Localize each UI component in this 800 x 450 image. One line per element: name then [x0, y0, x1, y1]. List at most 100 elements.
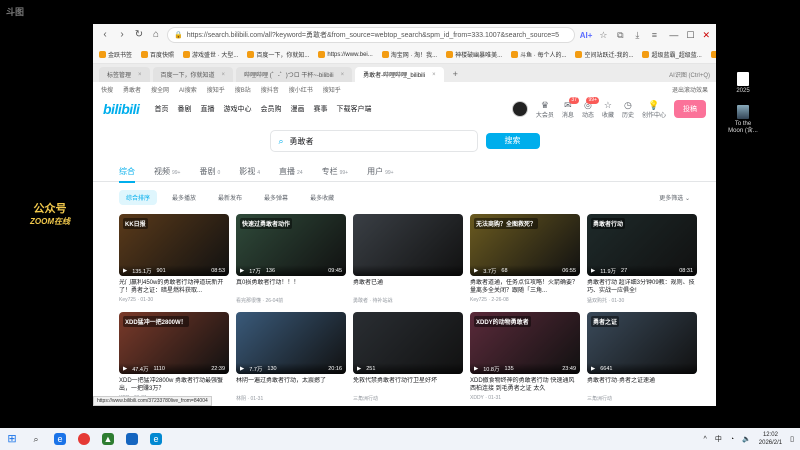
- url-bar[interactable]: 🔒 https://search.bilibili.com/all?keywor…: [167, 27, 575, 43]
- video-title[interactable]: 免救代禁勇敢者行动行卫星好坏: [353, 377, 463, 393]
- close-icon[interactable]: ✕: [702, 30, 710, 41]
- green-app-icon[interactable]: ▲: [102, 433, 114, 445]
- avatar[interactable]: [511, 101, 528, 117]
- quick-search-item[interactable]: AI搜索: [179, 85, 197, 94]
- video-title[interactable]: 勇敢者道通，任务点位攻略！火箭确要？量离多全关闭？跟随「三角...: [470, 279, 580, 295]
- more-filter-button[interactable]: 更多筛选 ⌄: [659, 193, 690, 202]
- video-card[interactable]: ▶ 7.7万 130 20:16 林阴一遍过勇敢者行动，太震撼了林阴 · 01-31: [236, 312, 346, 402]
- desktop-icon-to-the-moon[interactable]: To the Moon (含...: [727, 105, 759, 135]
- video-card[interactable]: XDDY的动物勇敢者 ▶ 10.8万 135 23:49 XDD撤食物终神的勇敢者行动 快…: [470, 312, 580, 402]
- search-button[interactable]: 搜索: [485, 133, 540, 149]
- video-thumbnail[interactable]: 快速过勇敢者动作 ▶ 17万 136 09:45: [236, 214, 346, 276]
- video-card[interactable]: 勇者之证 ▶ 6641 勇敢者行动·勇者之证速通三角洲行动: [587, 312, 697, 402]
- quick-search-item[interactable]: 搜知乎: [207, 85, 225, 94]
- result-type-tab[interactable]: 用户 99+: [367, 166, 393, 177]
- ime-indicator[interactable]: 中: [715, 434, 722, 444]
- header-link[interactable]: 首页: [154, 104, 168, 114]
- bookmark-item[interactable]: https://www.bei...: [318, 51, 373, 58]
- bookmark-item[interactable]: 亚博天下: [710, 50, 716, 59]
- sort-option[interactable]: 最多收藏: [303, 190, 341, 205]
- bookmark-item[interactable]: 金跃书签: [99, 50, 132, 59]
- tab-close-icon[interactable]: ×: [341, 72, 345, 78]
- star-icon[interactable]: ☆: [597, 29, 609, 41]
- browser-tab[interactable]: 标签管理 ×: [99, 67, 150, 82]
- bookmark-item[interactable]: 神楼破幽暴唯美...: [446, 50, 502, 59]
- quick-search-item[interactable]: 勇敢者: [123, 85, 141, 94]
- maximize-icon[interactable]: ☐: [686, 30, 694, 41]
- header-link[interactable]: 游戏中心: [223, 104, 251, 114]
- video-meta[interactable]: 三角洲行动: [353, 395, 463, 402]
- minimize-icon[interactable]: —: [669, 30, 678, 41]
- header-icon-item[interactable]: ◎ 动态 99+: [582, 96, 599, 119]
- upload-button[interactable]: 投稿: [674, 100, 706, 118]
- blue-app-icon[interactable]: [126, 433, 138, 445]
- video-meta[interactable]: 林阴 · 01-31: [236, 395, 346, 402]
- result-type-tab[interactable]: 影视 4: [239, 166, 260, 177]
- video-card[interactable]: 无法商购？全图救死？ ▶ 3.7万 68 06:55 勇敢者道通，任务点位攻略！火箭确要？…: [470, 214, 580, 304]
- video-thumbnail[interactable]: 勇者之证 ▶ 6641: [587, 312, 697, 374]
- video-meta[interactable]: Key725 · 2-26-08: [470, 297, 580, 303]
- bookmark-item[interactable]: 淘宝网 · 淘！我...: [381, 50, 437, 59]
- video-title[interactable]: 勇敢者行动·勇者之证速通: [587, 377, 697, 393]
- video-card[interactable]: XDD猛冲一把2800W！ ▶ 47.4万 1110 22:39 XDD一把猛冲2800w…: [119, 312, 229, 402]
- header-icon-item[interactable]: ♛ 大会员: [536, 100, 554, 119]
- exit-scroll-effect[interactable]: 退出滚动效果: [672, 85, 708, 94]
- header-link[interactable]: 漫画: [290, 104, 304, 114]
- quick-search-item[interactable]: 搜B站: [235, 85, 251, 94]
- quick-search-item[interactable]: 快搜: [101, 85, 113, 94]
- result-type-tab[interactable]: 番剧 0: [199, 166, 220, 177]
- menu-icon[interactable]: ≡: [648, 29, 660, 41]
- quick-search-item[interactable]: 搜知乎: [323, 85, 341, 94]
- quick-search-item[interactable]: 搜抖音: [261, 85, 279, 94]
- edge-icon[interactable]: e: [150, 433, 162, 445]
- tray-arrow-icon[interactable]: ^: [704, 436, 707, 443]
- video-title[interactable]: 林阴一遍过勇敢者行动，太震撼了: [236, 377, 346, 393]
- header-icon-item[interactable]: ✉ 消息 37: [562, 96, 579, 119]
- video-title[interactable]: XDD一把猛冲2800w 勇敢者行动最强蟹出，一把赚3万？: [119, 377, 229, 393]
- header-icon-item[interactable]: ☆ 收藏: [602, 100, 614, 119]
- bilibili-logo[interactable]: bilibili: [103, 101, 140, 117]
- video-meta[interactable]: Key725 · 01-30: [119, 297, 229, 303]
- video-card[interactable]: 快速过勇敢者动作 ▶ 17万 136 09:45 真0损勇敢者行动！！！ 看完那很懂 · 2…: [236, 214, 346, 304]
- bookmark-item[interactable]: 游戏盛世 · 大型...: [183, 50, 238, 59]
- header-link[interactable]: 会员购: [260, 104, 281, 114]
- video-meta[interactable]: 三角洲行动: [587, 395, 697, 402]
- download-icon[interactable]: ⤓: [631, 29, 643, 41]
- windows-logo-icon[interactable]: ⊞: [6, 433, 18, 445]
- sort-option[interactable]: 最多弹幕: [257, 190, 295, 205]
- bookmark-item[interactable]: 斗鱼 · 每个人的...: [511, 50, 566, 59]
- ai-button[interactable]: AI+: [580, 31, 593, 40]
- video-thumbnail[interactable]: XDD猛冲一把2800W！ ▶ 47.4万 1110 22:39: [119, 312, 229, 374]
- browser-icon[interactable]: e: [54, 433, 66, 445]
- forward-icon[interactable]: ›: [116, 29, 128, 41]
- home-icon[interactable]: ⌂: [150, 29, 162, 41]
- video-card[interactable]: KK日报 ▶ 135.1万 901 08:53 光门赢利450w的勇敢者行动神道玩新开了！…: [119, 214, 229, 304]
- sort-option[interactable]: 最多播放: [165, 190, 203, 205]
- tab-close-icon[interactable]: ×: [432, 72, 436, 78]
- header-link[interactable]: 直播: [200, 104, 214, 114]
- extension-icon[interactable]: ⧉: [614, 29, 626, 41]
- header-link[interactable]: 赛事: [313, 104, 327, 114]
- video-thumbnail[interactable]: KK日报 ▶ 135.1万 901 08:53: [119, 214, 229, 276]
- browser-tab[interactable]: 哔哩哔哩 (゜-゜)つロ 干杯~-bilibili ×: [236, 67, 353, 82]
- video-title[interactable]: 真0损勇敢者行动！！！: [236, 279, 346, 295]
- result-type-tab[interactable]: 视频 99+: [154, 166, 180, 177]
- header-icon-item[interactable]: 💡 创作中心: [642, 100, 666, 119]
- video-thumbnail[interactable]: ▶ 7.7万 130 20:16: [236, 312, 346, 374]
- video-thumbnail[interactable]: 无法商购？全图救死？ ▶ 3.7万 68 06:55: [470, 214, 580, 276]
- video-thumbnail[interactable]: ▶ 251: [353, 312, 463, 374]
- tab-close-icon[interactable]: ×: [222, 72, 226, 78]
- result-type-tab[interactable]: 专栏 99+: [322, 166, 348, 177]
- browser-tab[interactable]: 勇敢者-哔哩哔哩_bilibili ×: [355, 67, 444, 82]
- ai-image-search[interactable]: AI识图 (Ctrl+Q): [669, 70, 710, 79]
- clock[interactable]: 12:02 2026/2/1: [759, 431, 782, 447]
- video-card[interactable]: ▶ 251 免救代禁勇敢者行动行卫星好坏三角洲行动: [353, 312, 463, 402]
- video-thumbnail[interactable]: 勇敢者行动 ▶ 11.9万 27 08:31: [587, 214, 697, 276]
- sort-option[interactable]: 最新发布: [211, 190, 249, 205]
- bookmark-item[interactable]: 百度快照: [141, 50, 174, 59]
- result-type-tab[interactable]: 综合: [119, 166, 135, 183]
- back-icon[interactable]: ‹: [99, 29, 111, 41]
- header-link[interactable]: 下载客户端: [336, 104, 371, 114]
- search-icon[interactable]: ⌕: [30, 433, 42, 445]
- tab-close-icon[interactable]: ×: [138, 72, 142, 78]
